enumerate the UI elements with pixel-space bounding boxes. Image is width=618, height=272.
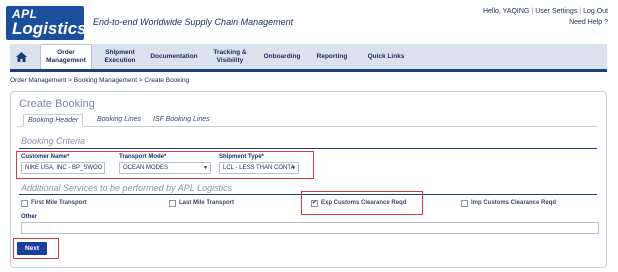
nav-onboarding[interactable]: Onboarding xyxy=(258,44,306,69)
imp-customs-checkbox[interactable] xyxy=(461,200,468,207)
logo-text-logistics: Logistics xyxy=(12,19,87,38)
first-mile-checkbox[interactable] xyxy=(21,200,28,207)
booking-criteria-divider xyxy=(19,148,597,149)
tab-booking-lines[interactable]: Booking Lines xyxy=(93,114,145,127)
nav-documentation[interactable]: Documentation xyxy=(146,44,202,69)
other-input[interactable] xyxy=(21,222,599,234)
additional-services-heading: Additional Services to be performed by A… xyxy=(21,183,233,193)
page-title: Create Booking xyxy=(19,98,95,110)
highlight-next-button xyxy=(13,238,59,259)
booking-tabs: Booking Header Booking Lines ISF Booking… xyxy=(17,114,597,127)
logout-link[interactable]: Log Out xyxy=(583,8,608,15)
nav-quick-links[interactable]: Quick Links xyxy=(364,44,408,69)
highlight-booking-criteria xyxy=(16,151,314,179)
home-icon xyxy=(15,51,27,62)
nav-order-management[interactable]: Order Management xyxy=(40,44,92,69)
nav-shipment-execution[interactable]: Shipment Execution xyxy=(98,44,142,69)
nav-reporting[interactable]: Reporting xyxy=(312,44,352,69)
create-booking-panel: Create Booking Booking Header Booking Li… xyxy=(10,91,607,268)
home-button[interactable] xyxy=(10,44,32,69)
apl-logo: APL Logistics xyxy=(6,6,87,40)
booking-criteria-heading: Booking Criteria xyxy=(21,136,86,146)
nav-tracking-visibility[interactable]: Tracking & Visibility xyxy=(206,44,254,69)
other-label: Other xyxy=(21,214,38,220)
user-settings-link[interactable]: User Settings xyxy=(535,8,577,15)
last-mile-label: Last Mile Transport xyxy=(179,200,235,206)
user-links: Hello, YAQING | User Settings | Log Out xyxy=(482,8,608,15)
need-help-link[interactable]: Need Help ? xyxy=(569,19,608,26)
main-nav: Order Management Shipment Execution Docu… xyxy=(10,44,607,72)
imp-customs-label: Imp Customs Clearance Reqd xyxy=(471,200,557,206)
breadcrumb: Order Management > Booking Management > … xyxy=(10,77,190,84)
last-mile-checkbox[interactable] xyxy=(169,200,176,207)
tab-isf-booking-lines[interactable]: ISF Booking Lines xyxy=(149,114,214,127)
greeting: Hello, YAQING xyxy=(482,8,530,15)
highlight-exp-customs xyxy=(301,191,423,215)
tagline: End-to-end Worldwide Supply Chain Manage… xyxy=(93,17,294,27)
first-mile-label: First Mile Transport xyxy=(31,200,87,206)
tab-booking-header[interactable]: Booking Header xyxy=(23,114,84,127)
